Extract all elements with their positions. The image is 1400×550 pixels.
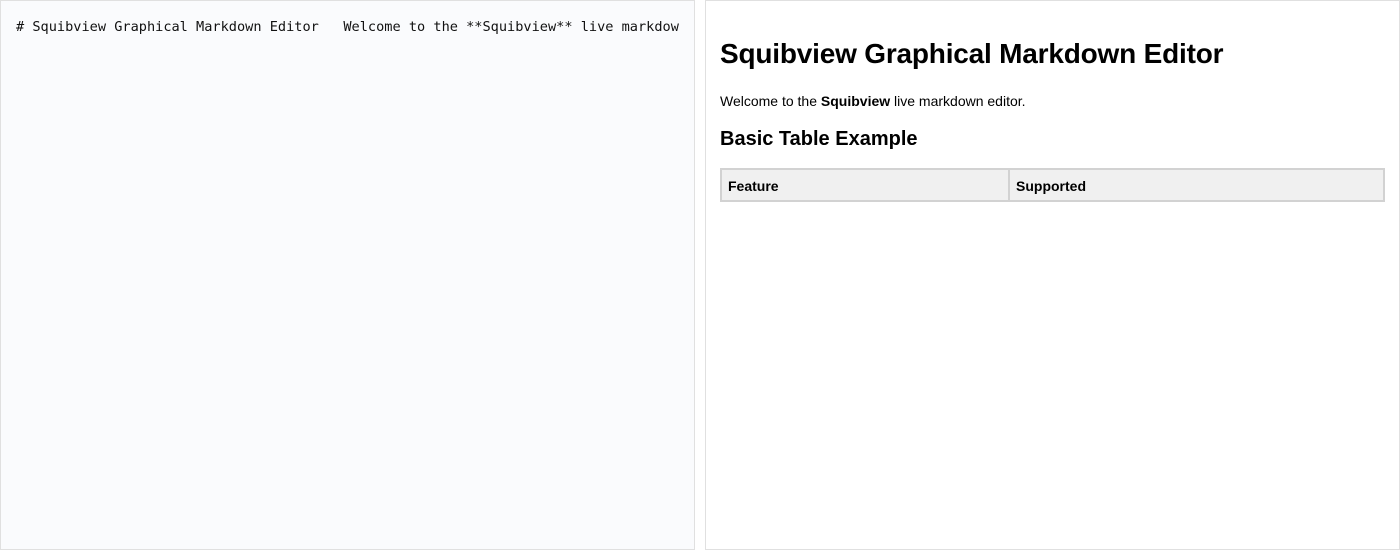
preview-intro-paragraph: Welcome to the Squibview live markdown e… [720, 91, 1386, 111]
markdown-source-textarea[interactable]: # Squibview Graphical Markdown Editor We… [16, 18, 680, 36]
table-header-feature: Feature [720, 168, 1010, 202]
preview-table: Feature Supported [720, 168, 1385, 202]
intro-text-before: Welcome to the [720, 93, 821, 109]
preview-section-heading: Basic Table Example [720, 128, 918, 150]
intro-text-after: live markdown editor. [890, 93, 1026, 109]
table-header-row: Feature Supported [720, 168, 1385, 202]
rendered-preview-pane: Squibview Graphical Markdown Editor Welc… [705, 0, 1400, 550]
preview-content: Squibview Graphical Markdown Editor Welc… [720, 1, 1386, 202]
intro-bold-text: Squibview [820, 93, 891, 109]
preview-title: Squibview Graphical Markdown Editor [720, 38, 1224, 69]
squibview-app: # Squibview Graphical Markdown Editor We… [0, 0, 1400, 550]
markdown-editor-pane[interactable]: # Squibview Graphical Markdown Editor We… [0, 0, 695, 550]
table-header-supported: Supported [1008, 168, 1385, 202]
